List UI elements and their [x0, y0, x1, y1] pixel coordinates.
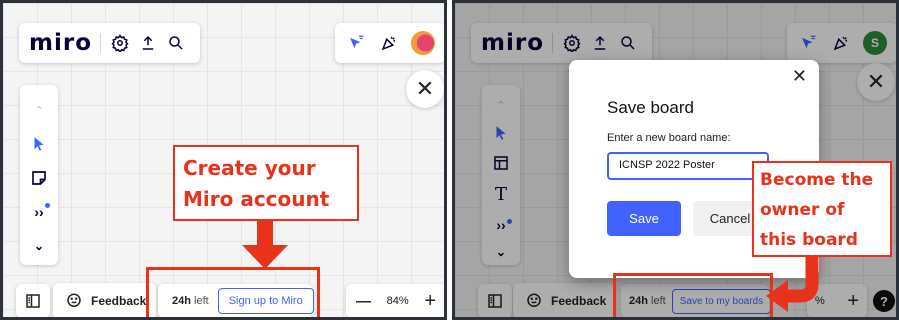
zoom-in-button[interactable]: + — [424, 290, 436, 313]
settings-icon[interactable] — [109, 32, 131, 54]
feedback-button[interactable]: Feedback — [53, 283, 157, 317]
sticky-note-icon[interactable] — [28, 167, 50, 189]
celebrate-icon[interactable] — [378, 32, 400, 54]
search-icon[interactable] — [165, 32, 187, 54]
zoom-controls: — 84% + — [346, 284, 444, 317]
collapse-up-icon[interactable]: ⌃ — [28, 99, 50, 121]
signup-button[interactable]: Sign up to Miro — [217, 288, 314, 314]
close-icon: ✕ — [415, 76, 435, 102]
board-name-input[interactable]: ICNSP 2022 Poster — [607, 152, 769, 180]
annotation-create-account: Create your Miro account — [173, 145, 359, 221]
annotation-line: owner of — [760, 200, 845, 220]
reactions-icon[interactable] — [345, 32, 367, 54]
chevron-down-icon[interactable]: ⌄ — [28, 235, 50, 257]
annotation-line: Create your — [183, 156, 316, 180]
annotation-line: this board — [760, 230, 858, 250]
annotation-become-owner: Become the owner of this board — [752, 161, 892, 257]
sidebar-icon — [22, 290, 44, 312]
left-screenshot-panel: miro ✕ ⌃ ›› ⌄ Create your Miro account F… — [0, 0, 447, 320]
avatar[interactable] — [411, 31, 435, 55]
panel-toggle-button[interactable] — [16, 284, 50, 317]
divider — [100, 33, 101, 53]
zoom-out-button[interactable]: — — [356, 293, 371, 310]
cursor-icon[interactable] — [28, 133, 50, 155]
annotation-line: Become the — [760, 170, 874, 190]
upload-icon[interactable] — [137, 32, 159, 54]
dialog-close-icon[interactable]: ✕ — [792, 66, 807, 87]
annotation-arrow-down — [242, 221, 288, 269]
notification-dot — [45, 203, 50, 208]
board-name-label: Enter a new board name: — [607, 132, 731, 144]
top-right-toolbar — [335, 23, 444, 63]
dialog-title: Save board — [607, 98, 694, 117]
trial-timer: 24h left — [172, 295, 209, 307]
feedback-label: Feedback — [91, 294, 147, 308]
zoom-level: 84% — [386, 295, 409, 307]
annotation-highlight-save — [613, 273, 773, 317]
board-name-value: ICNSP 2022 Poster — [619, 159, 715, 171]
save-button[interactable]: Save — [607, 201, 681, 236]
annotation-line: Miro account — [183, 187, 330, 211]
feedback-icon — [63, 290, 85, 312]
top-left-toolbar: miro — [19, 23, 200, 63]
miro-logo: miro — [29, 30, 92, 56]
signup-bar: 24h left Sign up to Miro — [158, 284, 314, 317]
right-screenshot-panel: miro S ✕ ⌃ T ›› ⌄ Feedback 24h left Save… — [452, 0, 899, 320]
annotation-arrow-curved — [766, 256, 819, 312]
more-icon[interactable]: ›› — [28, 201, 50, 223]
close-button[interactable]: ✕ — [406, 70, 444, 108]
left-tool-sidebar: ⌃ ›› ⌄ — [20, 85, 58, 265]
